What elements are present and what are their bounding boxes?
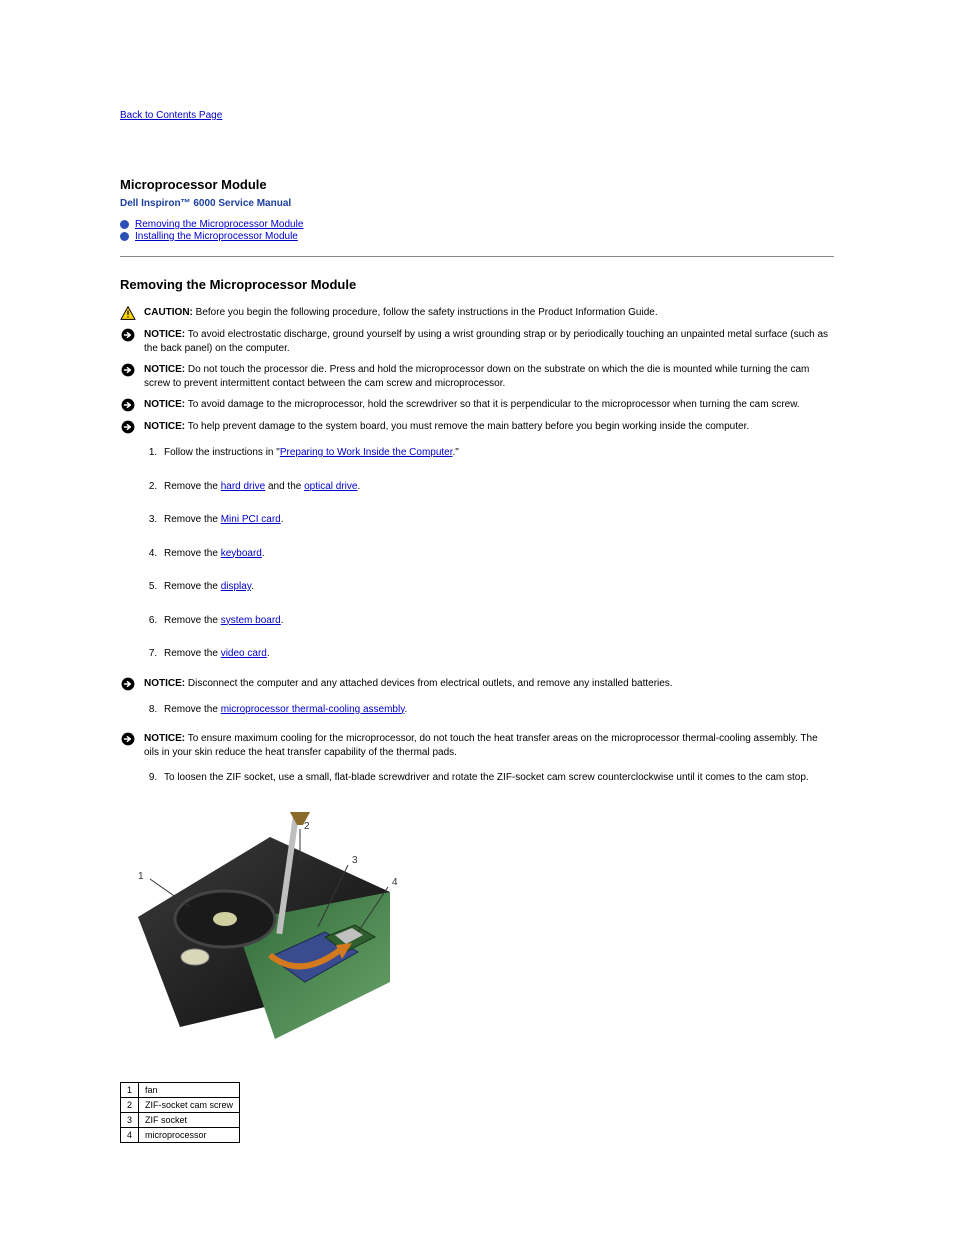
notice-text: Do not touch the processor die. Press an… — [144, 364, 809, 389]
part-number: 3 — [121, 1112, 139, 1127]
back-to-contents-link[interactable]: Back to Contents Page — [120, 110, 222, 121]
notice-text: To ensure maximum cooling for the microp… — [144, 733, 818, 758]
step-text: . — [404, 704, 407, 715]
notice-text: To avoid electrostatic discharge, ground… — [144, 329, 828, 354]
table-row: 3 ZIF socket — [121, 1112, 240, 1127]
step-text: Remove the — [164, 514, 221, 525]
link-system-board[interactable]: system board — [221, 615, 281, 626]
toc-link-removing[interactable]: Removing the Microprocessor Module — [135, 219, 303, 230]
notice-arrow-icon — [120, 328, 136, 342]
parts-table: 1 fan 2 ZIF-socket cam screw 3 ZIF socke… — [120, 1082, 240, 1143]
table-row: 2 ZIF-socket cam screw — [121, 1097, 240, 1112]
step-3: Remove the Mini PCI card. — [160, 509, 834, 543]
notice-callout-5: NOTICE: Disconnect the computer and any … — [120, 677, 834, 691]
svg-text:4: 4 — [392, 877, 398, 888]
step-text: . — [262, 548, 265, 559]
part-name: microprocessor — [139, 1127, 240, 1142]
svg-text:1: 1 — [138, 871, 144, 882]
section-divider — [120, 256, 834, 257]
notice-callout-2: NOTICE: Do not touch the processor die. … — [120, 363, 834, 390]
part-number: 2 — [121, 1097, 139, 1112]
step-text: . — [281, 514, 284, 525]
step-text: and the — [265, 481, 304, 492]
svg-text:2: 2 — [304, 821, 310, 832]
link-hard-drive[interactable]: hard drive — [221, 481, 265, 492]
table-row: 4 microprocessor — [121, 1127, 240, 1142]
step-text: Follow the instructions in " — [164, 447, 280, 458]
step-text: Remove the — [164, 481, 221, 492]
notice-callout-3: NOTICE: To avoid damage to the microproc… — [120, 398, 834, 412]
step-8: Remove the microprocessor thermal-coolin… — [160, 699, 834, 733]
section-heading-removing: Removing the Microprocessor Module — [120, 277, 834, 292]
notice-text: To avoid damage to the microprocessor, h… — [185, 399, 800, 410]
notice-arrow-icon — [120, 732, 136, 746]
notice-arrow-icon — [120, 363, 136, 377]
page-title: Microprocessor Module — [120, 177, 834, 192]
table-of-contents: Removing the Microprocessor Module Insta… — [120, 219, 834, 242]
step-text: . — [281, 615, 284, 626]
bullet-icon — [120, 232, 129, 241]
link-keyboard[interactable]: keyboard — [221, 548, 262, 559]
step-list-1: Follow the instructions in "Preparing to… — [160, 442, 834, 677]
link-video-card[interactable]: video card — [221, 648, 267, 659]
step-text: Remove the — [164, 648, 221, 659]
step-list-3: To loosen the ZIF socket, use a small, f… — [160, 767, 834, 801]
bullet-icon — [120, 220, 129, 229]
step-5: Remove the display. — [160, 576, 834, 610]
table-row: 1 fan — [121, 1082, 240, 1097]
step-text: . — [267, 648, 270, 659]
step-text: ." — [453, 447, 459, 458]
notice-label: NOTICE: — [144, 364, 185, 375]
manual-title: Dell Inspiron™ 6000 Service Manual — [120, 198, 834, 209]
step-text: Remove the — [164, 615, 221, 626]
notice-text: To help prevent damage to the system boa… — [185, 421, 749, 432]
notice-arrow-icon — [120, 420, 136, 434]
notice-callout-6: NOTICE: To ensure maximum cooling for th… — [120, 732, 834, 759]
part-number: 4 — [121, 1127, 139, 1142]
notice-text: Disconnect the computer and any attached… — [185, 678, 672, 689]
notice-label: NOTICE: — [144, 329, 185, 340]
notice-arrow-icon — [120, 398, 136, 412]
notice-label: NOTICE: — [144, 421, 185, 432]
step-9: To loosen the ZIF socket, use a small, f… — [160, 767, 834, 801]
notice-callout-4: NOTICE: To help prevent damage to the sy… — [120, 420, 834, 434]
step-text: Remove the — [164, 704, 221, 715]
step-4: Remove the keyboard. — [160, 543, 834, 577]
step-text: . — [251, 581, 254, 592]
caution-label: CAUTION: — [144, 307, 193, 318]
part-name: ZIF socket — [139, 1112, 240, 1127]
step-2: Remove the hard drive and the optical dr… — [160, 476, 834, 510]
step-1: Follow the instructions in "Preparing to… — [160, 442, 834, 476]
notice-arrow-icon — [120, 677, 136, 691]
part-number: 1 — [121, 1082, 139, 1097]
link-thermal-assembly[interactable]: microprocessor thermal-cooling assembly — [221, 704, 405, 715]
caution-triangle-icon — [120, 306, 136, 320]
svg-text:3: 3 — [352, 855, 358, 866]
part-name: fan — [139, 1082, 240, 1097]
step-6: Remove the system board. — [160, 610, 834, 644]
caution-text: Before you begin the following procedure… — [193, 307, 658, 318]
notice-label: NOTICE: — [144, 678, 185, 689]
toc-link-installing[interactable]: Installing the Microprocessor Module — [135, 231, 298, 242]
microprocessor-diagram: 1 2 3 4 — [120, 807, 834, 1070]
link-optical-drive[interactable]: optical drive — [304, 481, 357, 492]
link-preparing[interactable]: Preparing to Work Inside the Computer — [280, 447, 453, 458]
step-text: Remove the — [164, 581, 221, 592]
step-text: . — [357, 481, 360, 492]
link-mini-pci[interactable]: Mini PCI card — [221, 514, 281, 525]
notice-label: NOTICE: — [144, 733, 185, 744]
step-7: Remove the video card. — [160, 643, 834, 677]
step-list-2: Remove the microprocessor thermal-coolin… — [160, 699, 834, 733]
step-text: Remove the — [164, 548, 221, 559]
caution-callout: CAUTION: Before you begin the following … — [120, 306, 834, 320]
notice-label: NOTICE: — [144, 399, 185, 410]
notice-callout-1: NOTICE: To avoid electrostatic discharge… — [120, 328, 834, 355]
link-display[interactable]: display — [221, 581, 251, 592]
part-name: ZIF-socket cam screw — [139, 1097, 240, 1112]
